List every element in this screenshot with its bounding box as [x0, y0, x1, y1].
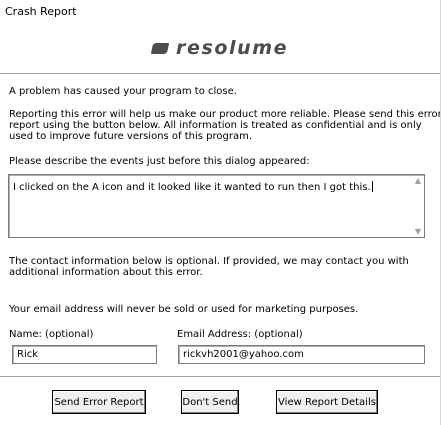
contact-line: The contact information below is optiona…: [9, 256, 409, 267]
privacy-notice: Your email address will never be sold or…: [9, 304, 359, 315]
email-label: Email Address: (optional): [177, 329, 303, 340]
resolume-logo: resolume: [150, 37, 289, 59]
logo-wordmark: resolume: [176, 37, 289, 59]
reporting-line: used to improve future versions of this …: [9, 131, 253, 142]
events-label: Please describe the events just before t…: [9, 156, 310, 167]
view-report-details-button[interactable]: View Report Details: [276, 390, 378, 414]
contact-line: additional information about this error.: [9, 267, 203, 278]
header-divider-highlight: [0, 74, 441, 75]
dont-send-button[interactable]: Don't Send: [181, 390, 239, 414]
name-label: Name: (optional): [9, 329, 94, 340]
events-description-text: I clicked on the A icon and it looked li…: [13, 181, 373, 193]
window-title: Crash Report: [5, 5, 77, 18]
events-description-textarea[interactable]: I clicked on the A icon and it looked li…: [8, 174, 425, 238]
send-error-report-button[interactable]: Send Error Report: [52, 390, 146, 414]
crash-report-window: Crash Report resolume A problem has caus…: [0, 0, 441, 425]
reporting-line: report using the button below. All infor…: [9, 120, 422, 131]
reporting-line: Reporting this error will help us make o…: [9, 109, 441, 120]
events-description-value: I clicked on the A icon and it looked li…: [13, 182, 371, 193]
scroll-down-icon[interactable]: ▼: [415, 227, 421, 236]
email-field[interactable]: rickvh2001@yahoo.com: [178, 345, 425, 364]
text-caret: [371, 181, 373, 192]
scroll-up-icon[interactable]: ▲: [415, 176, 421, 185]
title-bar[interactable]: Crash Report: [0, 0, 441, 22]
intro-headline: A problem has caused your program to clo…: [9, 86, 237, 97]
contact-paragraph: The contact information below is optiona…: [9, 256, 409, 278]
resolume-logo-icon: [150, 42, 170, 54]
footer-divider-highlight: [0, 377, 441, 378]
name-field[interactable]: Rick: [12, 345, 157, 364]
reporting-paragraph: Reporting this error will help us make o…: [9, 109, 441, 142]
